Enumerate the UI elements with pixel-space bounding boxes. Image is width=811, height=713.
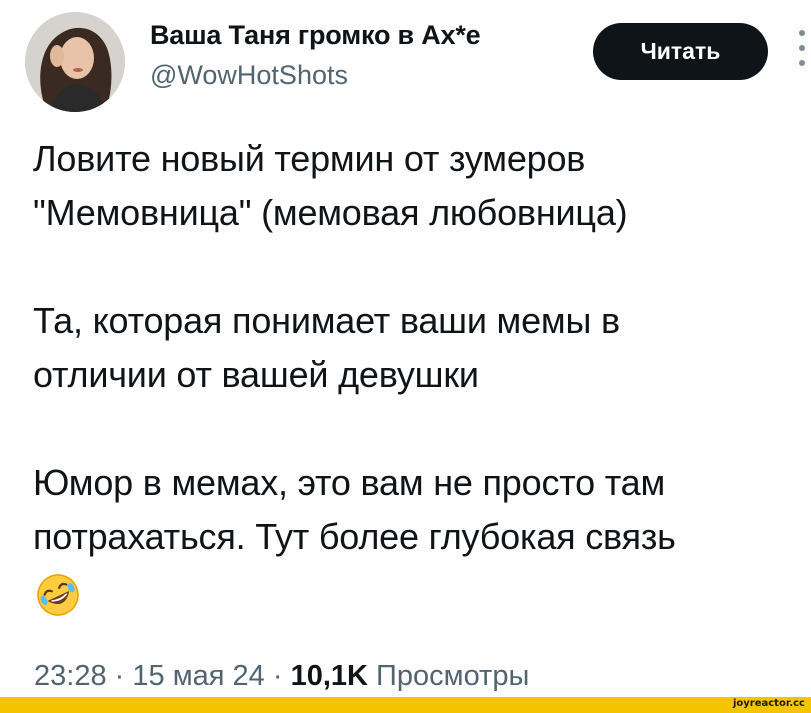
rolling-laughing-emoji-icon <box>35 572 81 618</box>
tweet-text: Ловите новый термин от зумеров "Мемовниц… <box>33 132 808 564</box>
tweet-meta: 23:28 · 15 мая 24 · 10,1K Просмотры <box>34 660 529 693</box>
tweet-time[interactable]: 23:28 <box>34 660 107 692</box>
user-handle[interactable]: @WowHotShots <box>150 60 348 91</box>
tweet-line: Та, которая понимает ваши мемы в <box>33 300 620 341</box>
avatar[interactable] <box>25 12 125 112</box>
meta-separator: · <box>114 660 125 692</box>
tweet-date[interactable]: 15 мая 24 <box>132 660 264 692</box>
tweet-line: потрахаться. Тут более глубокая связь <box>33 516 676 557</box>
tweet-line: Юмор в мемах, это вам не просто там <box>33 462 666 503</box>
watermark-bar: joyreactor.cc <box>0 697 811 713</box>
tweet-line: Ловите новый термин от зумеров <box>33 138 586 179</box>
watermark-text: joyreactor.cc <box>732 698 805 709</box>
views-label[interactable]: Просмотры <box>376 660 529 692</box>
tweet-line: отличии от вашей девушки <box>33 354 479 395</box>
follow-button[interactable]: Читать <box>593 23 768 80</box>
views-count: 10,1K <box>290 660 368 692</box>
tweet-line: "Мемовница" (мемовая любовница) <box>33 192 628 233</box>
display-name[interactable]: Ваша Таня громко в Ах*е <box>150 20 481 51</box>
more-vertical-icon[interactable] <box>797 26 807 70</box>
meta-separator: · <box>272 660 283 692</box>
